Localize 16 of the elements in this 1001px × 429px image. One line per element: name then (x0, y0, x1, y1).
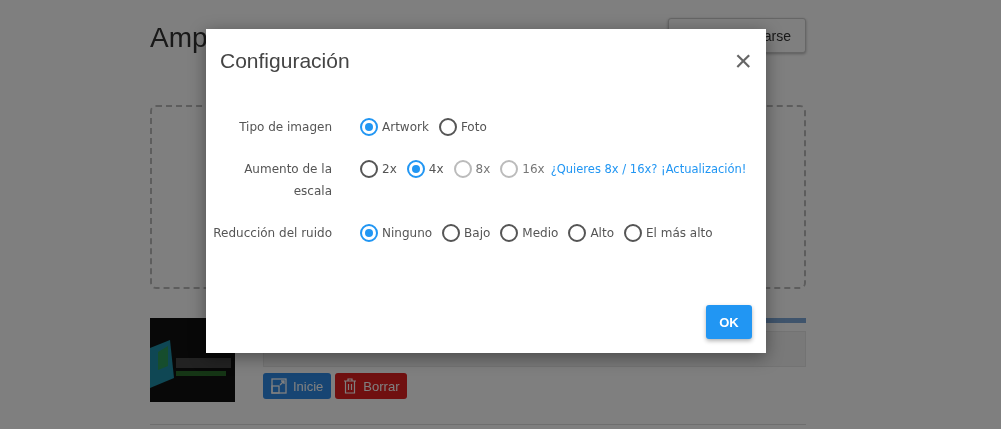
radio-option[interactable]: Alto (568, 224, 614, 242)
resize-icon (271, 378, 287, 394)
radio-option[interactable]: Medio (500, 224, 559, 242)
close-button[interactable]: × (732, 49, 754, 73)
trash-icon (343, 378, 358, 394)
radio-option[interactable]: Bajo (442, 224, 491, 242)
setting-label: Tipo de imagen (238, 119, 332, 136)
radio-option[interactable]: El más alto (624, 224, 713, 242)
radio-option[interactable]: 2x (360, 160, 397, 178)
setting-label: Aumento de la escala (243, 161, 332, 200)
setting-label: Reducción del ruido (212, 225, 332, 242)
radio-option[interactable]: Ninguno (360, 224, 433, 242)
radio-option[interactable]: Foto (438, 118, 487, 136)
dialog-title: Configuración (220, 49, 350, 73)
radio-option[interactable]: Artwork (360, 118, 429, 136)
page-title: Amp (150, 21, 208, 54)
